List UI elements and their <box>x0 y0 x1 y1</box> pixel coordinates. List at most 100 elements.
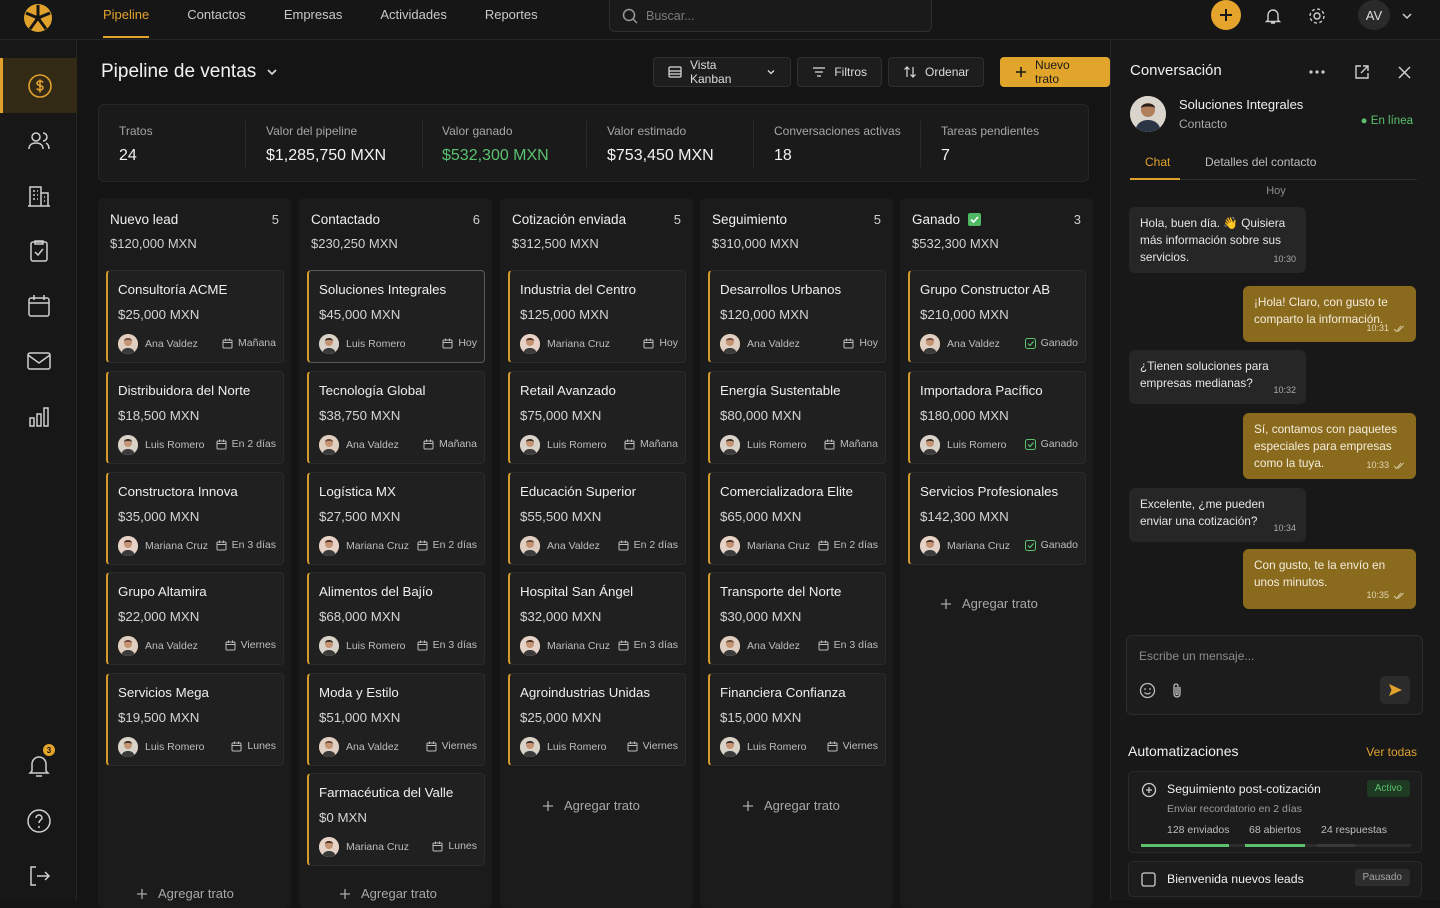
deal-title: Logística MX <box>319 484 396 499</box>
status-badge: Pausado <box>1354 869 1410 886</box>
column-title[interactable]: Ganado <box>912 212 982 227</box>
deal-title: Servicios Profesionales <box>920 484 1059 499</box>
sidebar-item-mail[interactable] <box>0 333 77 388</box>
message-input[interactable] <box>1139 649 1379 669</box>
automation-card[interactable]: Seguimiento post-cotización Activo Envia… <box>1128 771 1422 853</box>
column-title[interactable]: Nuevo lead <box>110 212 178 227</box>
add-deal-button[interactable]: Agregar trato <box>542 798 640 813</box>
sidebar-item-companies[interactable] <box>0 168 77 223</box>
deal-title: Grupo Constructor AB <box>920 282 1051 297</box>
sidebar-item-reports[interactable] <box>0 388 77 443</box>
column-title[interactable]: Seguimiento <box>712 212 787 227</box>
deal-card[interactable]: Soluciones Integrales $45,000 MXN Luis Rom… <box>307 270 485 363</box>
more-icon[interactable] <box>1308 63 1326 81</box>
kanban-icon <box>668 65 682 79</box>
paperclip-icon[interactable] <box>1170 682 1184 699</box>
deal-card[interactable]: Energía Sustentable $80,000 MXN Luis Romer… <box>708 371 886 464</box>
sidebar-item-deals[interactable] <box>0 58 77 113</box>
check-square-icon <box>1024 539 1036 551</box>
search-input[interactable] <box>646 8 916 23</box>
add-deal-button[interactable]: Agregar trato <box>136 886 234 901</box>
help-icon <box>26 808 52 834</box>
deal-due: En 2 días <box>216 438 276 450</box>
checkbox-icon[interactable] <box>1141 872 1156 887</box>
tab-chat[interactable]: Chat <box>1145 155 1170 169</box>
sort-button[interactable]: Ordenar <box>888 57 985 87</box>
deal-card[interactable]: Farmacéutica del Valle $0 MXN Mariana Cruz… <box>307 773 485 866</box>
automation-progress <box>1141 844 1411 847</box>
bar-chart-icon <box>26 403 52 429</box>
tab-contact-details[interactable]: Detalles del contacto <box>1205 155 1316 169</box>
add-deal-button[interactable]: Agregar trato <box>940 596 1038 611</box>
calendar-icon <box>231 741 242 752</box>
send-button[interactable] <box>1380 676 1410 704</box>
message-time: 10:31 <box>1366 320 1406 337</box>
deal-card[interactable]: Desarrollos Urbanos $120,000 MXN Ana Valde… <box>708 270 886 363</box>
deal-due: Lunes <box>231 740 276 752</box>
deal-card[interactable]: Moda y Estilo $51,000 MXN Ana Valdez Vierne… <box>307 673 485 766</box>
calendar-icon <box>426 741 437 752</box>
sidebar-item-contacts[interactable] <box>0 113 77 168</box>
deal-card[interactable]: Comercializadora Elite $65,000 MXN Mariana… <box>708 472 886 565</box>
stat-value: $1,285,750 MXN <box>266 147 387 164</box>
deal-card[interactable]: Hospital San Ángel $32,000 MXN Mariana Cru… <box>508 572 686 665</box>
deal-card[interactable]: Alimentos del Bajío $68,000 MXN Luis Romer… <box>307 572 485 665</box>
view-select[interactable]: Vista Kanban <box>653 57 792 87</box>
deal-card[interactable]: Logística MX $27,500 MXN Mariana Cruz En 2 … <box>307 472 485 565</box>
deal-card[interactable]: Importadora Pacífico $180,000 MXN Luis Rom… <box>908 371 1086 464</box>
deal-due: Ganado <box>1024 539 1078 551</box>
sidebar-item-help[interactable] <box>0 793 77 848</box>
bell-icon[interactable] <box>1262 5 1284 27</box>
deal-card[interactable]: Educación Superior $55,500 MXN Ana Valdez E… <box>508 472 686 565</box>
mail-icon <box>26 348 52 374</box>
filters-button[interactable]: Filtros <box>797 57 883 87</box>
column-title[interactable]: Contactado <box>311 212 380 227</box>
tab-reportes[interactable]: Reportes <box>485 0 538 38</box>
see-all-link[interactable]: Ver todas <box>1366 745 1417 759</box>
tab-actividades[interactable]: Actividades <box>380 0 446 38</box>
page-title[interactable]: Pipeline de ventas <box>101 61 278 83</box>
sidebar-item-notifications[interactable]: 3 <box>0 738 77 793</box>
sidebar-item-logout[interactable] <box>0 848 77 903</box>
sidebar-item-calendar[interactable] <box>0 278 77 333</box>
deal-amount: $120,000 MXN <box>720 307 809 322</box>
external-link-icon[interactable] <box>1353 63 1371 81</box>
deal-card[interactable]: Distribuidora del Norte $18,500 MXN Luis R… <box>106 371 284 464</box>
deal-card[interactable]: Transporte del Norte $30,000 MXN Ana Valde… <box>708 572 886 665</box>
owner-avatar <box>319 334 339 354</box>
tab-pipeline[interactable]: Pipeline <box>103 0 150 38</box>
deal-due-label: En 2 días <box>833 539 878 551</box>
deal-card[interactable]: Servicios Mega $19,500 MXN Luis Romero Lune… <box>106 673 284 766</box>
gear-icon[interactable] <box>1306 5 1328 27</box>
deal-card[interactable]: Consultoría ACME $25,000 MXN Ana Valdez Mañ… <box>106 270 284 363</box>
automation-card[interactable]: Bienvenida nuevos leads Pausado <box>1128 861 1422 897</box>
deal-card[interactable]: Industria del Centro $125,000 MXN Mariana … <box>508 270 686 363</box>
deal-card[interactable]: Agroindustrias Unidas $25,000 MXN Luis Rom… <box>508 673 686 766</box>
deal-card[interactable]: Grupo Altamira $22,000 MXN Ana Valdez Viern… <box>106 572 284 665</box>
deal-card[interactable]: Constructora Innova $35,000 MXN Mariana Cr… <box>106 472 284 565</box>
sidebar-item-tasks[interactable] <box>0 223 77 278</box>
message-time-label: 10:32 <box>1273 385 1296 395</box>
tab-contactos[interactable]: Contactos <box>187 0 246 38</box>
message-time-label: 10:33 <box>1366 460 1389 470</box>
new-deal-button[interactable]: Nuevo trato <box>1000 57 1110 87</box>
logo-icon[interactable] <box>22 2 54 34</box>
deal-card[interactable]: Grupo Constructor AB $210,000 MXN Ana Vald… <box>908 270 1086 363</box>
deal-card[interactable]: Financiera Confianza $15,000 MXN Luis Rome… <box>708 673 886 766</box>
outgoing-message: ¡Hola! Claro, con gusto te comparto la i… <box>1243 286 1416 342</box>
add-deal-button[interactable]: Agregar trato <box>339 886 437 901</box>
deal-card[interactable]: Servicios Profesionales $142,300 MXN Maria… <box>908 472 1086 565</box>
tab-empresas[interactable]: Empresas <box>284 0 343 38</box>
deal-card[interactable]: Retail Avanzado $75,000 MXN Luis Romero Mañ… <box>508 371 686 464</box>
emoji-icon[interactable] <box>1139 682 1156 699</box>
add-deal-button[interactable]: Agregar trato <box>742 798 840 813</box>
close-icon[interactable] <box>1395 63 1413 81</box>
top-bar: Pipeline Contactos Empresas Actividades … <box>0 0 1440 40</box>
progress-opened <box>1245 844 1305 847</box>
quick-add-button[interactable] <box>1211 0 1241 30</box>
column-title[interactable]: Cotización enviada <box>512 212 626 227</box>
chevron-down-icon[interactable] <box>1396 5 1418 27</box>
user-avatar[interactable]: AV <box>1358 0 1390 30</box>
deal-card[interactable]: Tecnología Global $38,750 MXN Ana Valdez Ma… <box>307 371 485 464</box>
online-status: ● En línea <box>1360 115 1413 127</box>
